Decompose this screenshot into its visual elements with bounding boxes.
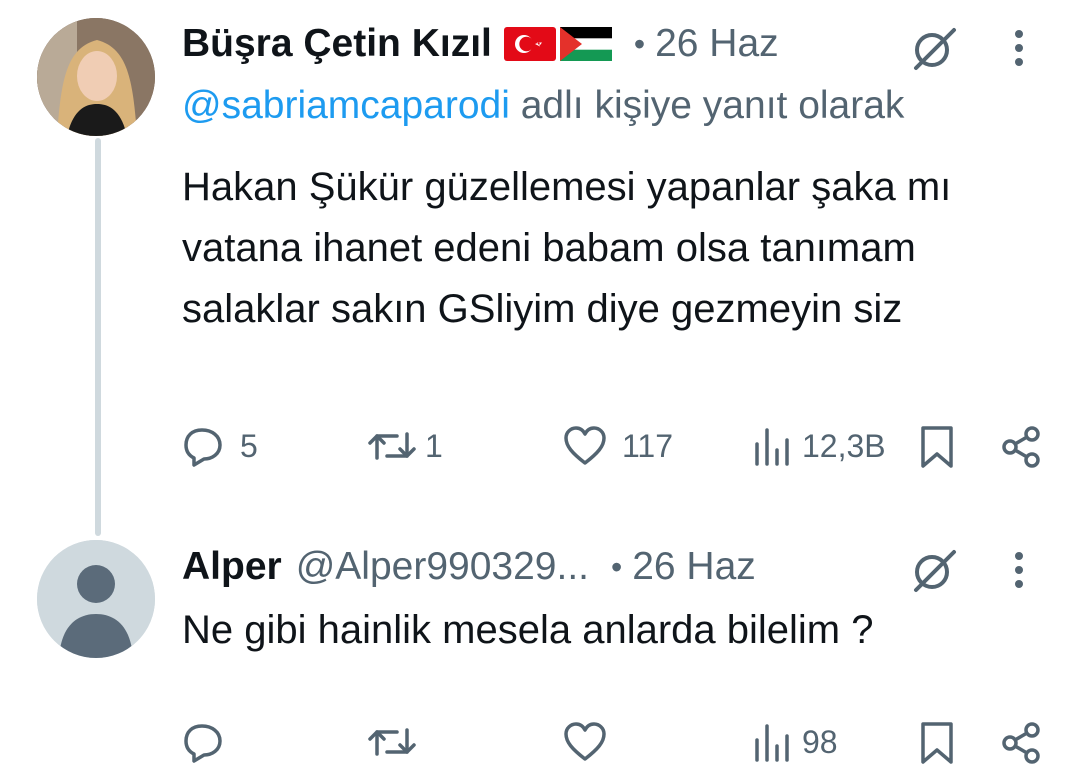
default-avatar-icon (37, 540, 155, 658)
reply-mention-link[interactable]: @sabriamcaparodi (182, 84, 510, 127)
bookmark-icon[interactable] (917, 720, 957, 766)
tweet-date[interactable]: 26 Haz (632, 545, 756, 589)
retweet-count: 1 (425, 427, 443, 464)
author-handle[interactable]: @Alper990329... (296, 545, 589, 589)
views-count: 12,3B (802, 427, 886, 464)
like-button[interactable]: 117 (562, 424, 673, 468)
heart-icon (564, 426, 606, 465)
tweet-date[interactable]: 26 Haz (655, 22, 779, 66)
palestine-flag-icon (559, 27, 612, 61)
retweet-button[interactable] (367, 720, 431, 764)
views-button[interactable]: 98 (752, 720, 838, 764)
like-count: 117 (622, 427, 674, 464)
share-icon[interactable] (998, 720, 1044, 766)
grok-icon[interactable] (908, 22, 960, 74)
more-options-icon[interactable] (1015, 552, 1025, 594)
retweet-button[interactable]: 1 (367, 424, 443, 468)
avatar[interactable] (37, 18, 155, 136)
reply-button[interactable] (182, 720, 240, 764)
author-name[interactable]: Alper (182, 545, 282, 589)
author-name[interactable]: Büşra Çetin Kızıl (182, 22, 492, 66)
more-options-icon[interactable] (1015, 30, 1025, 72)
tweet-text: Hakan Şükür güzellemesi yapanlar şaka mı… (182, 165, 952, 331)
retweet-icon (368, 432, 416, 460)
reply-count: 5 (240, 427, 258, 464)
like-button[interactable] (562, 720, 622, 764)
retweet-icon (368, 728, 416, 756)
share-icon[interactable] (998, 424, 1044, 470)
separator-dot: • (610, 548, 623, 585)
grok-icon[interactable] (908, 544, 960, 596)
bookmark-icon[interactable] (917, 424, 957, 470)
turkey-flag-icon (503, 27, 556, 61)
reply-icon (184, 724, 222, 763)
views-button[interactable]: 12,3B (752, 424, 886, 468)
reply-suffix: adlı kişiye yanıt olarak (509, 84, 905, 127)
views-icon (755, 428, 789, 466)
tweet-header: Alper @Alper990329... • 26 Haz (182, 545, 756, 589)
heart-icon (564, 722, 606, 761)
reply-icon (184, 428, 222, 467)
separator-dot: • (633, 25, 646, 62)
reply-button[interactable]: 5 (182, 424, 258, 468)
tweet-header: Büşra Çetin Kızıl • 26 Haz (182, 22, 779, 66)
views-icon (755, 724, 789, 762)
thread-line (95, 138, 101, 536)
avatar[interactable] (37, 540, 155, 658)
reply-context: @sabriamcaparodi adlı kişiye yanıt olara… (182, 84, 904, 128)
views-count: 98 (802, 723, 838, 760)
tweet-text: Ne gibi hainlik mesela anlarda bilelim ? (182, 608, 874, 652)
